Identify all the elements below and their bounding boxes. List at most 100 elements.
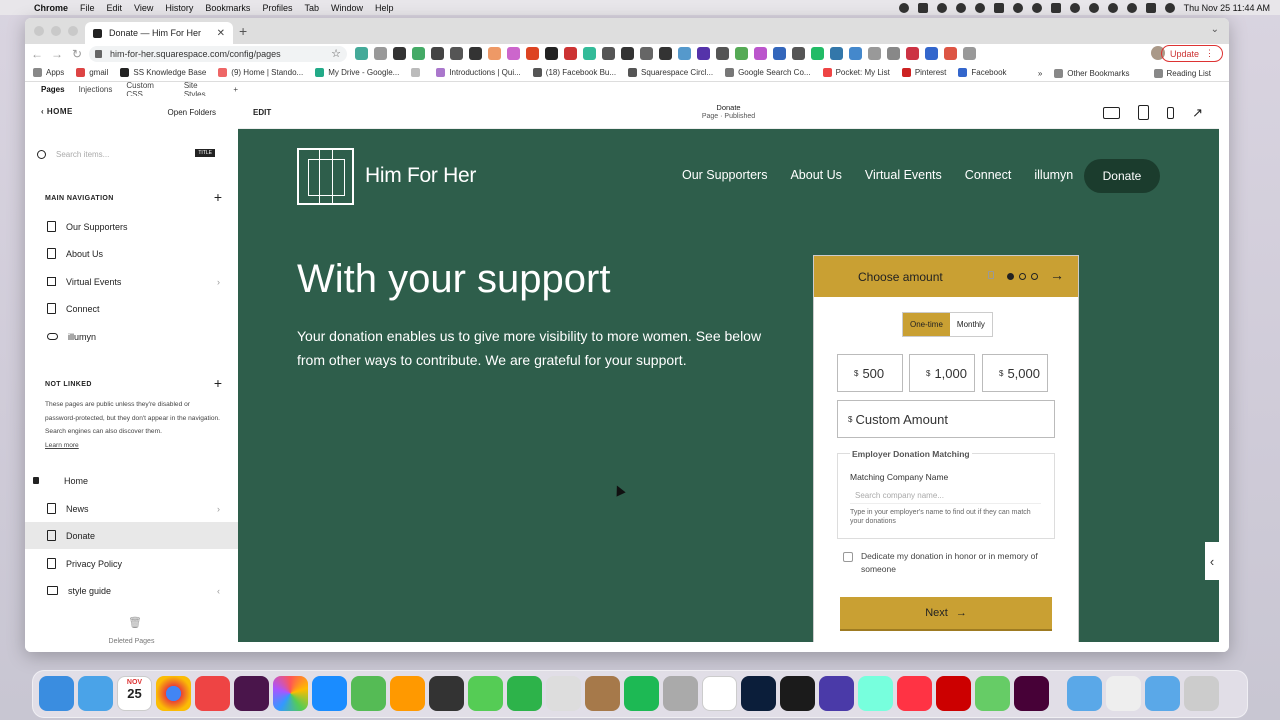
custom-amount-input[interactable]: $ Custom Amount: [837, 400, 1055, 438]
extension-icon[interactable]: [773, 47, 786, 60]
update-button[interactable]: Update ⋮: [1160, 45, 1223, 62]
bookmark-item[interactable]: gmail: [76, 68, 108, 77]
mobile-icon[interactable]: [1167, 106, 1175, 119]
maximize-window-button[interactable]: [68, 26, 78, 36]
extension-icon[interactable]: [754, 47, 767, 60]
menu-window[interactable]: Window: [331, 3, 363, 13]
clipboard-icon[interactable]: [993, 2, 1004, 13]
extension-icon[interactable]: [735, 47, 748, 60]
extension-icon[interactable]: [355, 47, 368, 60]
grid-icon[interactable]: [393, 47, 406, 60]
calendar-icon[interactable]: NOV 25: [117, 676, 152, 711]
extension-icon[interactable]: [830, 47, 843, 60]
bookmark-item[interactable]: Facebook: [958, 68, 1007, 77]
extension-icon[interactable]: [697, 47, 710, 60]
chat-icon[interactable]: [974, 2, 985, 13]
bookmark-item[interactable]: My Drive - Google...: [315, 68, 399, 77]
font-book-icon[interactable]: [663, 676, 698, 711]
applications-folder-icon[interactable]: [1067, 676, 1102, 711]
adobe-xd-icon[interactable]: [1014, 676, 1049, 711]
bookmark-item[interactable]: (18) Facebook Bu...: [532, 68, 616, 77]
extension-icon[interactable]: [678, 47, 691, 60]
dropper-icon[interactable]: [431, 47, 444, 60]
messages-icon[interactable]: [468, 676, 503, 711]
reload-icon[interactable]: ↻: [69, 47, 85, 61]
chevron-left-icon[interactable]: ‹: [217, 586, 220, 596]
clock-icon[interactable]: [1107, 2, 1118, 13]
extension-icon[interactable]: [488, 47, 501, 60]
extension-icon[interactable]: [811, 47, 824, 60]
new-tab-button[interactable]: +: [239, 23, 247, 39]
search-filter-tag[interactable]: TITLE: [195, 149, 215, 157]
notion-icon[interactable]: [702, 676, 737, 711]
nav-item-illumyn[interactable]: illumyn: [25, 323, 238, 350]
wikipedia-icon[interactable]: [545, 47, 558, 60]
chrome-icon[interactable]: [156, 676, 191, 711]
eye-icon[interactable]: [792, 47, 805, 60]
documents-folder-icon[interactable]: [1145, 676, 1180, 711]
chevron-right-icon[interactable]: ›: [217, 277, 220, 287]
bookmark-item[interactable]: Pinterest: [901, 68, 946, 77]
extension-icon[interactable]: [526, 47, 539, 60]
launchpad-icon[interactable]: [195, 676, 230, 711]
tab-pages[interactable]: Pages: [41, 85, 65, 94]
wifi-icon[interactable]: [1069, 2, 1080, 13]
close-tab-icon[interactable]: ✕: [217, 28, 225, 39]
nav-item-privacy-policy[interactable]: Privacy Policy: [25, 550, 238, 577]
extension-icon[interactable]: [868, 47, 881, 60]
site-nav-connect[interactable]: Connect: [965, 168, 1012, 182]
bluetooth-icon[interactable]: [1050, 2, 1061, 13]
amount-option-500[interactable]: $500: [837, 354, 903, 392]
webflow-icon[interactable]: [858, 676, 893, 711]
bridge-icon[interactable]: [780, 676, 815, 711]
app-icon[interactable]: [917, 2, 928, 13]
desktop-icon[interactable]: [1103, 106, 1121, 119]
slack-icon[interactable]: [234, 676, 269, 711]
nav-item-connect[interactable]: Connect: [25, 295, 238, 322]
photoshop-icon[interactable]: [741, 676, 776, 711]
search-icon[interactable]: [1126, 2, 1137, 13]
next-button[interactable]: Next →: [840, 597, 1052, 631]
extension-icon[interactable]: [659, 47, 672, 60]
menu-profiles[interactable]: Profiles: [262, 3, 292, 13]
moon-icon[interactable]: [1031, 2, 1042, 13]
extension-icon[interactable]: [849, 47, 862, 60]
info-icon[interactable]: [469, 47, 482, 60]
kebab-menu-icon[interactable]: ⋮: [1205, 48, 1214, 59]
add-tab-button[interactable]: +: [233, 85, 238, 94]
spotify-icon[interactable]: [624, 676, 659, 711]
music-icon[interactable]: [897, 676, 932, 711]
mail-icon[interactable]: [78, 676, 113, 711]
evernote-icon[interactable]: [507, 676, 542, 711]
forward-icon[interactable]: →: [49, 47, 65, 61]
him-for-her-logo[interactable]: [297, 148, 354, 205]
trash-icon[interactable]: 🗑: [128, 616, 142, 629]
menu-app[interactable]: Chrome: [34, 3, 68, 13]
siri-icon[interactable]: [1164, 2, 1175, 13]
menu-edit[interactable]: Edit: [107, 3, 123, 13]
extension-icon[interactable]: [640, 47, 653, 60]
menu-bookmarks[interactable]: Bookmarks: [205, 3, 250, 13]
record-icon[interactable]: [898, 2, 909, 13]
pencil-app-icon[interactable]: [975, 676, 1010, 711]
home-back-link[interactable]: ‹ HOME: [41, 107, 73, 116]
extension-icon[interactable]: [925, 47, 938, 60]
function-icon[interactable]: [450, 47, 463, 60]
dedicate-checkbox[interactable]: [843, 552, 853, 562]
open-folders-button[interactable]: Open Folders: [168, 108, 216, 117]
menu-tab[interactable]: Tab: [304, 3, 319, 13]
dedicate-label[interactable]: Dedicate my donation in honor or in memo…: [861, 550, 1043, 576]
amount-option-1000[interactable]: $1,000: [909, 354, 975, 392]
menu-clock[interactable]: Thu Nov 25 11:44 AM: [1184, 3, 1270, 13]
header-donate-button[interactable]: Donate: [1084, 159, 1160, 193]
bookmarks-overflow-icon[interactable]: »: [1038, 69, 1042, 78]
menu-help[interactable]: Help: [375, 3, 394, 13]
nav-item-news[interactable]: News ›: [25, 495, 238, 522]
menu-file[interactable]: File: [80, 3, 95, 13]
vpn-icon[interactable]: [955, 2, 966, 13]
chevron-right-icon[interactable]: ›: [217, 504, 220, 514]
textedit-icon[interactable]: [546, 676, 581, 711]
bookmark-item[interactable]: Pocket: My List: [822, 68, 890, 77]
search-items[interactable]: Search items... TITLE: [37, 146, 217, 162]
address-bar[interactable]: him-for-her.squarespace.com/config/pages…: [89, 46, 347, 62]
